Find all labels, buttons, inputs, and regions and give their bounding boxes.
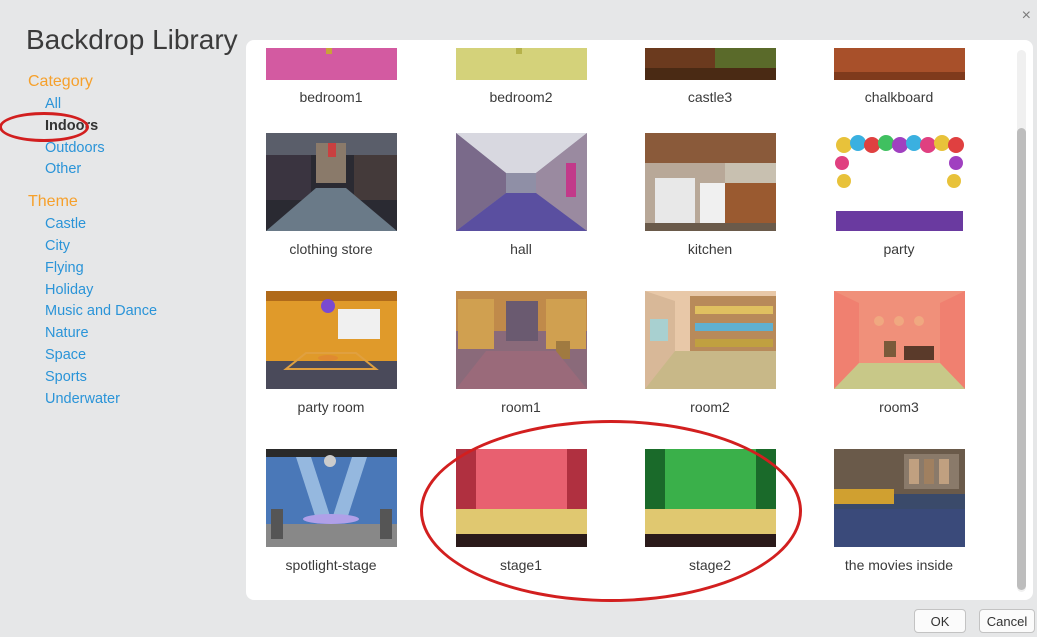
theme-city[interactable]: City [28, 236, 238, 258]
backdrop-thumb [456, 449, 587, 547]
backdrop-tile-the-movies-inside[interactable]: the movies inside [814, 449, 974, 599]
backdrop-thumb [834, 449, 965, 547]
backdrop-name: room1 [501, 399, 541, 415]
theme-sports[interactable]: Sports [28, 367, 238, 389]
backdrop-name: stage2 [688, 557, 732, 573]
dialog-title: Backdrop Library [26, 24, 238, 55]
backdrop-tile-clothing-store[interactable]: clothing store [246, 133, 406, 283]
cancel-button[interactable]: Cancel [979, 609, 1035, 633]
backdrop-name: the movies inside [844, 557, 954, 573]
backdrop-thumb [834, 291, 965, 389]
theme-heading: Theme [28, 193, 78, 211]
theme-holiday[interactable]: Holiday [28, 280, 238, 302]
backdrop-name: party room [297, 399, 365, 415]
backdrop-tile-party[interactable]: party [814, 133, 974, 283]
grid-scrollbar[interactable] [1017, 50, 1026, 592]
backdrop-name: chalkboard [864, 89, 934, 105]
backdrop-name: kitchen [687, 241, 733, 257]
backdrop-name: bedroom1 [299, 89, 363, 105]
backdrop-tile-room3[interactable]: room3 [814, 291, 974, 441]
category-outdoors[interactable]: Outdoors [28, 138, 238, 160]
backdrop-name: stage1 [499, 557, 543, 573]
backdrop-tile-stage1[interactable]: stage1 [436, 449, 596, 599]
backdrop-tile-room1[interactable]: room1 [436, 291, 596, 441]
backdrop-tile-hall[interactable]: hall [436, 133, 596, 283]
theme-music-and-dance[interactable]: Music and Dance [28, 301, 238, 323]
theme-flying[interactable]: Flying [28, 258, 238, 280]
category-other[interactable]: Other [28, 159, 238, 181]
backdrop-library-dialog: × Backdrop Library Category All Indoors … [0, 0, 1037, 637]
backdrop-thumb [834, 133, 965, 231]
backdrop-grid: bedroom1 bedroom2 castle3 chalkboard clo… [246, 40, 1016, 600]
backdrop-name: spotlight-stage [285, 557, 377, 573]
theme-nature[interactable]: Nature [28, 323, 238, 345]
backdrop-tile-stage2[interactable]: stage2 [625, 449, 785, 599]
ok-button[interactable]: OK [914, 609, 966, 633]
theme-space[interactable]: Space [28, 345, 238, 367]
theme-underwater[interactable]: Underwater [28, 389, 238, 411]
backdrop-name: castle3 [687, 89, 733, 105]
theme-castle[interactable]: Castle [28, 214, 238, 236]
category-all[interactable]: All [28, 94, 238, 116]
backdrop-tile-kitchen[interactable]: kitchen [625, 133, 785, 283]
backdrop-thumb [456, 133, 587, 231]
close-icon[interactable]: × [1022, 8, 1031, 24]
backdrop-tile-party-room[interactable]: party room [246, 291, 406, 441]
sidebar: Category All Indoors Outdoors Other Them… [28, 73, 238, 410]
backdrop-name: clothing store [289, 241, 373, 257]
backdrop-thumb [645, 48, 776, 80]
backdrop-thumb [834, 48, 965, 80]
backdrop-thumb [456, 291, 587, 389]
backdrop-thumb [456, 48, 587, 80]
category-indoors[interactable]: Indoors [28, 116, 238, 138]
backdrop-name: party [883, 241, 915, 257]
backdrop-thumb [645, 291, 776, 389]
backdrop-name: bedroom2 [489, 89, 553, 105]
backdrop-grid-panel: bedroom1 bedroom2 castle3 chalkboard clo… [246, 40, 1033, 600]
backdrop-thumb [645, 133, 776, 231]
category-heading: Category [28, 73, 93, 90]
backdrop-tile-spotlight-stage[interactable]: spotlight-stage [246, 449, 406, 599]
backdrop-thumb [266, 291, 397, 389]
backdrop-name: room2 [690, 399, 730, 415]
backdrop-thumb [266, 48, 397, 80]
backdrop-name: hall [510, 241, 532, 257]
backdrop-thumb [266, 449, 397, 547]
grid-scrollbar-thumb[interactable] [1017, 128, 1026, 590]
backdrop-thumb [645, 449, 776, 547]
backdrop-tile-room2[interactable]: room2 [625, 291, 785, 441]
backdrop-name: room3 [879, 399, 919, 415]
backdrop-thumb [266, 133, 397, 231]
